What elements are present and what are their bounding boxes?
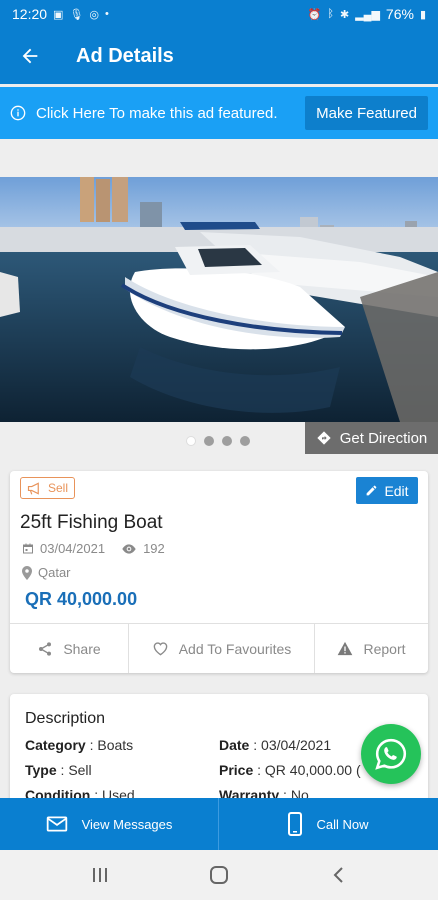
vibrate-icon: ✱: [339, 8, 350, 21]
add-to-favourites-label: Add To Favourites: [178, 640, 292, 657]
add-to-favourites-button[interactable]: Add To Favourites: [129, 624, 315, 673]
call-now-label: Call Now: [316, 816, 369, 832]
home-icon: [209, 866, 228, 884]
ad-summary-card: Sell Edit 25ft Fishing Boat 03/04/2021 1…: [10, 471, 428, 673]
megaphone-icon: [27, 481, 39, 495]
carousel-dot-3[interactable]: [222, 436, 232, 446]
heart-icon: [153, 642, 168, 656]
home-button[interactable]: [199, 865, 239, 885]
ad-views: 192: [143, 541, 165, 556]
whatsapp-icon: [375, 738, 407, 770]
back-nav-button[interactable]: [318, 866, 358, 884]
battery-icon: ▮: [419, 8, 426, 21]
edit-button[interactable]: Edit: [356, 477, 418, 504]
phone-icon: [288, 812, 303, 836]
ad-price: QR 40,000.00: [25, 589, 138, 609]
page-title: Ad Details: [76, 44, 174, 67]
get-direction-button[interactable]: Get Direction: [305, 422, 438, 454]
arrow-left-icon: [22, 48, 38, 64]
envelope-icon: [46, 816, 67, 832]
report-label: Report: [363, 640, 406, 657]
share-icon: [39, 641, 52, 656]
system-navigation-bar: [0, 850, 438, 900]
battery-percentage: 76%: [385, 6, 414, 22]
sell-badge: Sell: [20, 477, 76, 499]
carousel-dot-4[interactable]: [240, 436, 250, 446]
gallery-notification-icon: ▣: [53, 8, 64, 21]
call-now-button[interactable]: Call Now: [219, 798, 438, 850]
warning-icon: [338, 641, 353, 656]
alarm-icon: ⏰: [307, 8, 322, 21]
pencil-icon: [367, 485, 377, 496]
sell-badge-label: Sell: [48, 481, 69, 495]
ad-image-carousel[interactable]: [0, 177, 438, 422]
type-field: Type : Sell: [25, 762, 92, 778]
recent-apps-button[interactable]: [80, 867, 120, 883]
report-button[interactable]: Report: [315, 624, 428, 673]
share-label: Share: [63, 640, 101, 657]
category-field: Category : Boats: [25, 737, 134, 753]
edit-label: Edit: [384, 482, 409, 499]
description-title: Description: [25, 710, 106, 727]
info-icon: [10, 105, 26, 121]
ad-actions: Share Add To Favourites Report: [10, 623, 428, 673]
bottom-action-bar: View Messages Call Now: [0, 798, 438, 850]
ad-title: 25ft Fishing Boat: [20, 512, 163, 533]
ad-meta: 03/04/2021 192: [22, 541, 165, 556]
make-featured-button[interactable]: Make Featured: [305, 96, 428, 130]
bluetooth-icon: ᛒ: [327, 8, 334, 20]
mic-notification-icon: 🎙︎: [69, 8, 84, 21]
carousel-dot-2[interactable]: [204, 436, 214, 446]
view-messages-button[interactable]: View Messages: [0, 798, 219, 850]
back-button[interactable]: [0, 28, 60, 84]
app-bar: Ad Details: [0, 28, 438, 84]
view-messages-label: View Messages: [81, 816, 173, 832]
instagram-notification-icon: ◎: [89, 8, 100, 21]
location-pin-icon: [22, 565, 32, 580]
featured-banner[interactable]: Click Here To make this ad featured. Mak…: [0, 87, 438, 139]
status-bar: 12:20 ▣ 🎙︎ ◎ • ⏰ ᛒ ✱ ▂▄▆ 76% ▮: [0, 0, 438, 28]
chevron-left-icon: [333, 867, 344, 883]
signal-icon: ▂▄▆: [355, 8, 380, 21]
eye-icon: [122, 543, 136, 554]
featured-message[interactable]: Click Here To make this ad featured.: [36, 105, 305, 122]
carousel-dot-1[interactable]: [186, 436, 196, 446]
ad-location-label: Qatar: [38, 565, 71, 580]
share-button[interactable]: Share: [10, 624, 129, 673]
boat-photo: [0, 177, 438, 422]
get-direction-label: Get Direction: [339, 429, 428, 447]
ad-date: 03/04/2021: [40, 541, 106, 556]
more-notification-icon: •: [105, 8, 109, 20]
status-time: 12:20: [12, 6, 48, 22]
ad-location: Qatar: [22, 565, 71, 580]
calendar-icon: [23, 543, 33, 554]
recent-apps-icon: [92, 868, 107, 882]
whatsapp-button[interactable]: [361, 724, 421, 784]
carousel-indicator: [186, 436, 250, 446]
directions-icon: [317, 431, 331, 445]
